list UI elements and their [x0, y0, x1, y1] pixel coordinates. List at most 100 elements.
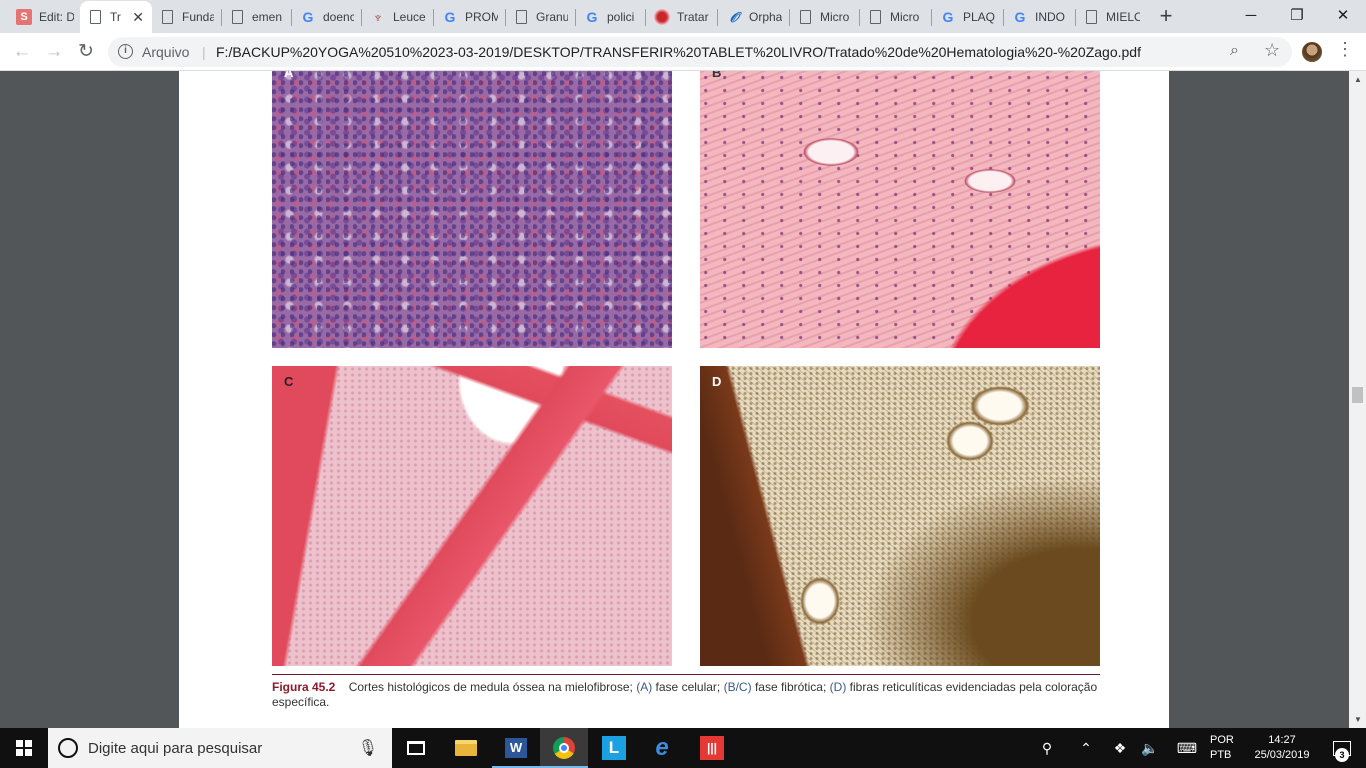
- tab-title: Funda: [182, 10, 214, 24]
- tab-plaq[interactable]: G PLAQ: [932, 1, 1004, 33]
- orphanet-icon: 𝒪: [729, 8, 739, 25]
- tab-title: Micro: [890, 10, 920, 24]
- back-button[interactable]: ←: [8, 38, 36, 66]
- document-icon: [870, 10, 881, 24]
- tab-micro-1[interactable]: Micro: [790, 1, 860, 33]
- word-button[interactable]: W: [492, 728, 540, 768]
- document-icon: [90, 10, 101, 24]
- caption-part: fase celular;: [655, 680, 721, 694]
- taskbar-search[interactable]: Digite aqui para pesquisar 🎙: [48, 728, 392, 768]
- reload-button[interactable]: ↻: [72, 38, 100, 66]
- tab-leuce[interactable]: ♆ Leuce: [362, 1, 434, 33]
- vertical-scrollbar[interactable]: ▲ ▼: [1349, 71, 1366, 728]
- bookmark-star-icon[interactable]: ☆: [1264, 40, 1280, 61]
- close-tab-icon[interactable]: ✕: [132, 9, 144, 26]
- keyboard-layout: PTB: [1210, 749, 1232, 761]
- word-icon: W: [505, 738, 527, 758]
- input-language[interactable]: POR PTB: [1210, 733, 1234, 763]
- start-button[interactable]: [0, 728, 48, 768]
- chevron-up-icon[interactable]: ⌃: [1074, 728, 1098, 768]
- red-app-button[interactable]: |||: [688, 728, 736, 768]
- edge-button[interactable]: e: [638, 728, 686, 768]
- tab-micro-2[interactable]: Micro: [860, 1, 932, 33]
- leuce-icon: ♆: [372, 9, 384, 25]
- tab-title: Tr: [110, 10, 121, 24]
- keyboard-icon[interactable]: ⌨: [1172, 728, 1202, 768]
- tab-title: Micro: [820, 10, 850, 24]
- forward-button[interactable]: →: [40, 38, 68, 66]
- task-view-icon: [407, 741, 425, 755]
- task-view-button[interactable]: [392, 728, 440, 768]
- pdf-page: A B C D Figura 45.2 Cortes histológicos …: [179, 71, 1169, 728]
- tab-tratar[interactable]: Tratar: [646, 1, 718, 33]
- tab-indo[interactable]: G INDO: [1004, 1, 1076, 33]
- profile-avatar[interactable]: [1302, 42, 1322, 62]
- tab-title: Tratar: [677, 10, 709, 24]
- figure-panel-a: A: [272, 71, 672, 348]
- tab-edit[interactable]: S Edit: D: [8, 1, 82, 33]
- windows-taskbar: Digite aqui para pesquisar 🎙 W L e ||| ⚲…: [0, 728, 1366, 768]
- menu-dots-icon[interactable]: ⋮: [1336, 39, 1354, 60]
- scroll-up-icon[interactable]: ▲: [1354, 75, 1362, 84]
- caption-ref: (B/C): [723, 680, 752, 694]
- info-icon[interactable]: i: [118, 44, 133, 59]
- caption-divider: [272, 674, 1100, 675]
- scroll-down-icon[interactable]: ▼: [1354, 715, 1362, 724]
- new-tab-button[interactable]: +: [1154, 4, 1178, 28]
- tab-strip: S Edit: D Tr ✕ Funda emen G doenc ♆ Leuc…: [0, 0, 1366, 33]
- google-icon: G: [942, 9, 954, 25]
- microphone-icon[interactable]: 🎙: [358, 738, 378, 758]
- document-icon: [516, 10, 527, 24]
- tab-title: Edit: D: [39, 10, 74, 24]
- document-icon: [162, 10, 173, 24]
- zoom-icon[interactable]: ⌕: [1230, 42, 1239, 60]
- notification-count-badge: 3: [1335, 748, 1349, 762]
- tab-funda[interactable]: Funda: [152, 1, 222, 33]
- tab-title: INDO: [1035, 10, 1065, 24]
- url-divider: |: [202, 44, 206, 60]
- restore-button[interactable]: ❐: [1274, 0, 1320, 33]
- cortana-icon: [58, 738, 78, 758]
- tab-doenc[interactable]: G doenc: [292, 1, 362, 33]
- tab-title: Leuce: [393, 10, 426, 24]
- clock[interactable]: 14:27 25/03/2019: [1246, 733, 1318, 763]
- tab-title: emen: [252, 10, 283, 24]
- red-cell-icon: [654, 9, 670, 25]
- folder-icon: [455, 740, 477, 756]
- url-text[interactable]: F:/BACKUP%20YOGA%20510%2023-03-2019/DESK…: [216, 44, 1141, 60]
- figure-panel-b: B: [700, 71, 1100, 348]
- clock-date: 25/03/2019: [1254, 749, 1310, 761]
- figure-panel-c: C: [272, 366, 672, 666]
- volume-icon[interactable]: 🔈: [1138, 728, 1162, 768]
- tab-emen[interactable]: emen: [222, 1, 292, 33]
- clock-time: 14:27: [1268, 734, 1296, 746]
- tab-title: Orpha: [749, 10, 782, 24]
- tab-title: PLAQ: [963, 10, 996, 24]
- google-icon: G: [1014, 9, 1026, 25]
- file-explorer-button[interactable]: [442, 728, 490, 768]
- scroll-thumb[interactable]: [1352, 387, 1363, 403]
- minimize-button[interactable]: ─: [1228, 0, 1274, 33]
- tab-mielo[interactable]: MIELO: [1076, 1, 1148, 33]
- tab-polici[interactable]: G polici: [576, 1, 646, 33]
- panel-letter-c: C: [284, 374, 294, 389]
- close-window-button[interactable]: ✕: [1320, 0, 1366, 33]
- tab-prom[interactable]: G PROM: [434, 1, 506, 33]
- figure-panel-d: D: [700, 366, 1100, 666]
- address-bar[interactable]: i Arquivo | F:/BACKUP%20YOGA%20510%2023-…: [108, 37, 1292, 67]
- scheme-label: Arquivo: [142, 44, 190, 60]
- dropbox-icon[interactable]: ❖: [1108, 728, 1132, 768]
- s-icon: S: [16, 9, 32, 25]
- tab-title: polici: [607, 10, 635, 24]
- google-icon: G: [444, 9, 456, 25]
- tab-title: doenc: [323, 10, 354, 24]
- tab-granu[interactable]: Granu: [506, 1, 576, 33]
- people-icon[interactable]: ⚲: [1034, 728, 1060, 768]
- tab-title: Granu: [536, 10, 568, 24]
- chrome-button[interactable]: [540, 728, 588, 768]
- tab-active-pdf[interactable]: Tr ✕: [80, 1, 152, 33]
- tab-orpha[interactable]: 𝒪 Orpha: [718, 1, 790, 33]
- language-code: POR: [1210, 734, 1234, 746]
- l-app-button[interactable]: L: [590, 728, 638, 768]
- panel-letter-a: A: [284, 71, 294, 80]
